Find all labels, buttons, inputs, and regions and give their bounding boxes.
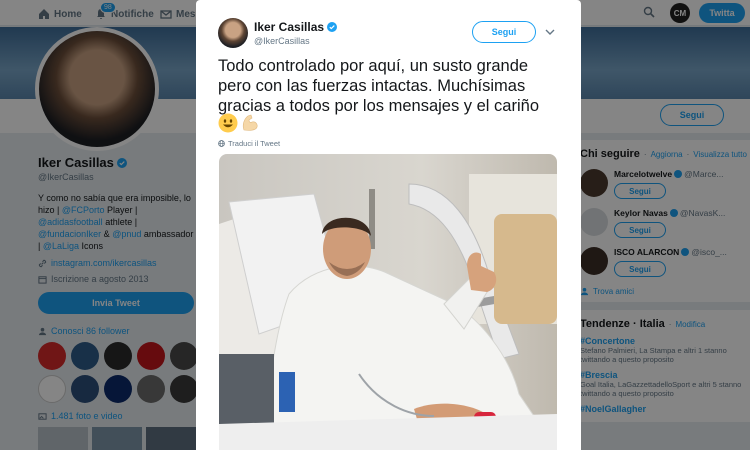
translate-tweet-link[interactable]: Traduci il Tweet (218, 139, 280, 148)
tweet-modal: Iker Casillas @IkerCasillas Segui Todo c… (196, 0, 581, 450)
smiling-face-icon (218, 113, 238, 133)
tweet-author-name[interactable]: Iker Casillas (254, 20, 324, 34)
tweet-emojis (218, 113, 260, 133)
flexed-biceps-icon (242, 114, 258, 131)
hospital-photo (219, 154, 557, 450)
globe-icon (218, 140, 225, 147)
tweet-follow-button[interactable]: Segui (472, 21, 536, 43)
tweet-author-name-row: Iker Casillas (254, 20, 338, 34)
chevron-down-icon[interactable] (545, 28, 555, 36)
tweet-author-avatar[interactable] (218, 18, 248, 48)
tweet-photo[interactable] (219, 154, 557, 450)
tweet-author-handle[interactable]: @IkerCasillas (254, 36, 310, 46)
translate-tweet-label: Traduci il Tweet (228, 139, 281, 148)
tweet-text: Todo controlado por aquí, un susto grand… (218, 57, 539, 115)
verified-badge-icon (327, 22, 338, 32)
